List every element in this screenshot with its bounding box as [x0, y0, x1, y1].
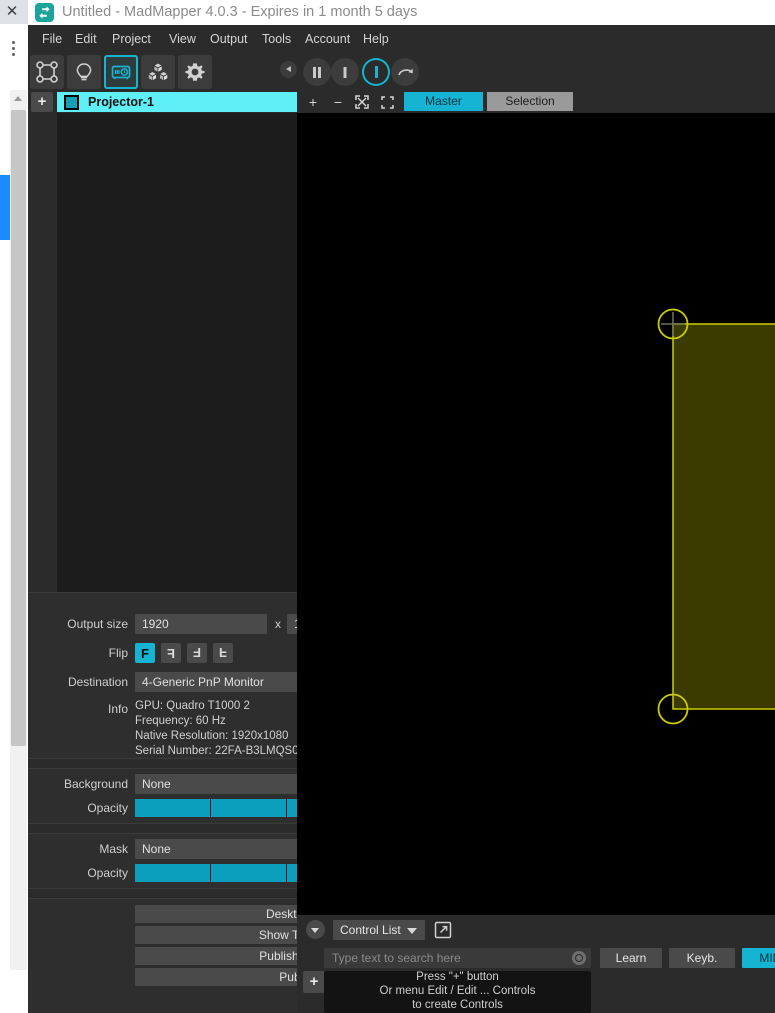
panel-type-select[interactable]: Control List: [333, 920, 425, 940]
output-actions-section: Desktop Window Show Test Pattern Publish…: [28, 898, 362, 1013]
side-accent-marker: [0, 175, 10, 240]
stop-bar-button[interactable]: [331, 58, 359, 86]
menu-bar: File Edit Project View Output Tools Acco…: [28, 25, 775, 53]
search-icon[interactable]: [572, 951, 586, 965]
preferences-gear-icon[interactable]: [178, 55, 212, 89]
scroll-up-arrow-icon[interactable]: [10, 90, 27, 107]
info-gpu-line: GPU: Quadro T1000 2: [135, 700, 250, 712]
tab-selection[interactable]: Selection: [487, 92, 573, 111]
add-control-button[interactable]: +: [303, 971, 325, 993]
fixtures-light-icon[interactable]: [67, 55, 101, 89]
collapse-left-icon[interactable]: [280, 61, 297, 78]
control-list-empty-state[interactable]: Press "+" button Or menu Edit / Edit ...…: [324, 971, 591, 1013]
popout-window-icon[interactable]: [433, 920, 453, 940]
projector-list-body[interactable]: [57, 113, 297, 592]
output-view-area: + − Master Selection Control List Type t…: [297, 91, 775, 1013]
add-projector-button[interactable]: +: [31, 92, 53, 112]
info-resolution-line: Native Resolution: 1920x1080: [135, 730, 289, 742]
learn-button[interactable]: Learn: [600, 948, 662, 968]
destination-label: Destination: [67, 675, 128, 689]
flip-none-button[interactable]: F: [135, 643, 155, 663]
madmapper-logo-icon: [35, 3, 54, 22]
more-options-icon[interactable]: [6, 38, 20, 60]
menu-file[interactable]: File: [37, 25, 67, 53]
flip-label: Flip: [108, 646, 128, 660]
info-frequency-line: Frequency: 60 Hz: [135, 715, 226, 727]
flip-both-button[interactable]: F: [213, 643, 233, 663]
projector-list-item[interactable]: Projector-1: [57, 92, 297, 112]
projector-left-panel: + Projector-1 Output size 1920 x 1080 Fl…: [28, 91, 362, 1013]
menu-project[interactable]: Project: [107, 25, 156, 53]
info-label: Info: [107, 702, 128, 716]
output-size-label: Output size: [67, 617, 128, 631]
menu-tools[interactable]: Tools: [257, 25, 296, 53]
fit-selection-icon[interactable]: [377, 92, 397, 112]
midi-button[interactable]: MIDI: [742, 948, 775, 968]
app-root: ✕ Untitled - MadMapper 4.0.3 - Expires i…: [0, 0, 775, 1013]
tab-master[interactable]: Master: [404, 92, 483, 111]
resync-arrow-button[interactable]: [391, 58, 419, 86]
surfaces-icon[interactable]: [30, 55, 64, 89]
window-title: Untitled - MadMapper 4.0.3 - Expires in …: [62, 4, 418, 20]
menu-view[interactable]: View: [164, 25, 201, 53]
output-width-input[interactable]: 1920: [135, 614, 267, 634]
canvas-toolbar: + − Master Selection: [297, 91, 775, 113]
main-toolbar: [28, 53, 775, 91]
menu-account[interactable]: Account: [300, 25, 355, 53]
mask-section: Mask None Opacity: [28, 833, 362, 889]
mask-label: Mask: [99, 842, 128, 856]
background-section: Background None Opacity: [28, 768, 362, 824]
empty-line-1: Press "+" button: [416, 971, 499, 983]
projector-properties: Output size 1920 x 1080 Flip F F F F Des…: [28, 592, 362, 1013]
panel-collapse-caret-icon[interactable]: [306, 920, 325, 939]
background-opacity-label: Opacity: [87, 801, 128, 815]
close-icon[interactable]: ✕: [3, 3, 21, 21]
empty-line-2: Or menu Edit / Edit ... Controls: [379, 985, 536, 997]
page-scrollbar[interactable]: [10, 90, 27, 970]
projector-color-swatch[interactable]: [64, 95, 79, 110]
zoom-in-icon[interactable]: +: [303, 92, 323, 112]
keyboard-button[interactable]: Keyb.: [669, 948, 735, 968]
menu-output[interactable]: Output: [205, 25, 253, 53]
fit-to-window-icon[interactable]: [352, 92, 372, 112]
flip-vertical-button[interactable]: F: [187, 643, 207, 663]
madmapper-window: Untitled - MadMapper 4.0.3 - Expires in …: [28, 0, 775, 1013]
scrollbar-thumb[interactable]: [11, 110, 26, 746]
host-browser-chrome: ✕: [0, 0, 28, 1013]
background-label: Background: [63, 777, 128, 791]
control-panel: Control List Type text to search here Le…: [297, 915, 775, 1013]
flip-horizontal-button[interactable]: F: [161, 643, 181, 663]
output-canvas[interactable]: [297, 113, 775, 915]
bpm-circle-button[interactable]: [362, 58, 390, 86]
pause-button[interactable]: [303, 58, 331, 86]
projector-name-label: Projector-1: [88, 95, 154, 109]
projector-icon[interactable]: [104, 55, 138, 89]
menu-help[interactable]: Help: [358, 25, 394, 53]
output-settings-section: Output size 1920 x 1080 Flip F F F F Des…: [28, 592, 362, 759]
output-size-separator: x: [275, 617, 281, 631]
modules-cubes-icon[interactable]: [141, 55, 175, 89]
search-input[interactable]: Type text to search here: [324, 948, 591, 968]
mask-opacity-label: Opacity: [87, 866, 128, 880]
title-bar: Untitled - MadMapper 4.0.3 - Expires in …: [28, 0, 775, 25]
projector-list-header: + Projector-1: [28, 91, 297, 113]
empty-line-3: to create Controls: [412, 999, 503, 1011]
surface-overlay[interactable]: [297, 113, 775, 915]
menu-edit[interactable]: Edit: [70, 25, 102, 53]
zoom-out-icon[interactable]: −: [328, 92, 348, 112]
control-list-filler: [595, 971, 775, 1013]
